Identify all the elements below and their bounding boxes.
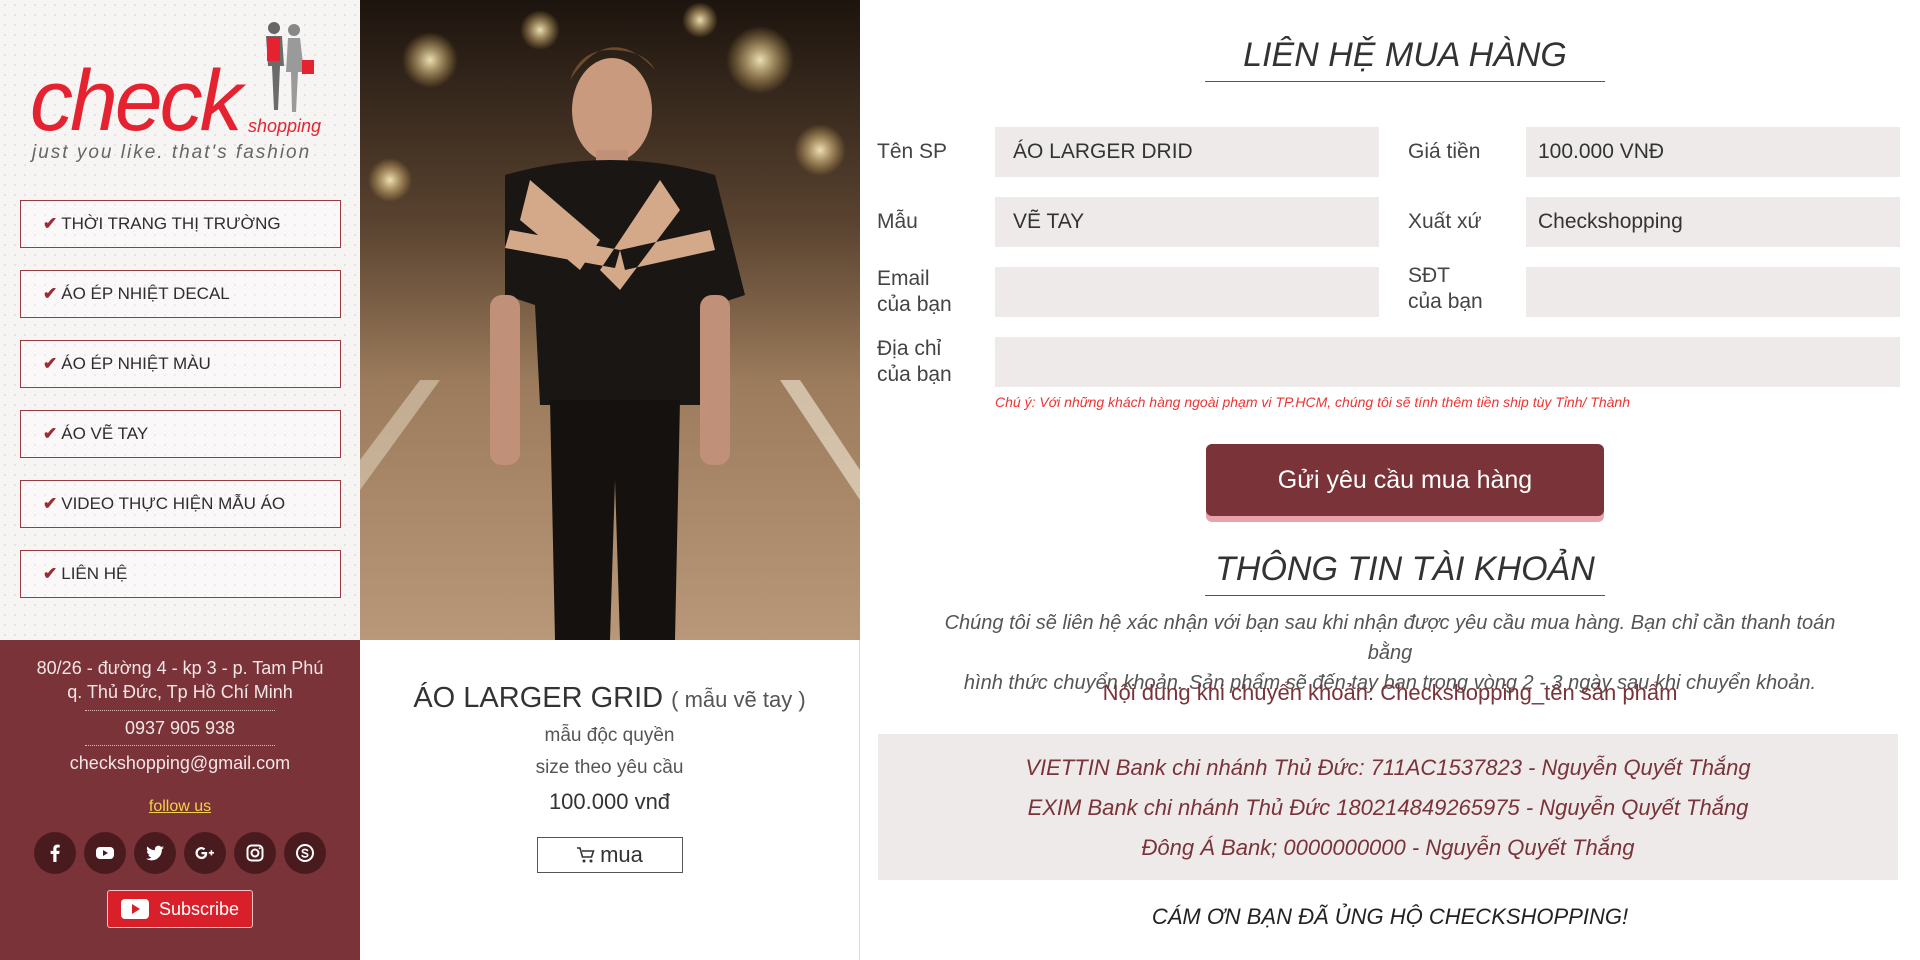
phone-field-label: SĐT của bạn [1408,263,1483,315]
order-title: LIÊN HỆ MUA HÀNG [1205,36,1605,82]
email-field[interactable] [995,267,1379,317]
product-price: 100.000 vnđ [548,789,671,814]
check-icon: ✔ [43,284,58,303]
bank-list: VIETTIN Bank chi nhánh Thủ Đức: 711AC153… [878,734,1898,880]
social-links [0,832,360,874]
check-icon: ✔ [43,564,58,583]
bank-account-exim: EXIM Bank chi nhánh Thủ Đức 180214849265… [1027,795,1749,820]
price-field[interactable]: 100.000 VNĐ [1526,127,1900,177]
menu-item-label: VIDEO THỰC HIỆN MẪU ÁO [61,494,286,513]
phone-field[interactable] [1526,267,1900,317]
menu-item-video[interactable]: ✔ VIDEO THỰC HIỆN MẪU ÁO [20,480,341,528]
email-label-line-1: Email [877,267,930,290]
buy-label: mua [600,842,643,867]
address-label-line-2: của bạn [877,363,952,386]
design-field-label: Mẫu [877,210,918,233]
menu-item-ao-ve-tay[interactable]: ✔ ÁO VẼ TAY [20,410,341,458]
product-style: ( mẫu vẽ tay ) [671,687,806,712]
divider [85,745,275,746]
address-line-2: q. Thủ Đức, Tp Hồ Chí Minh [67,682,293,702]
check-icon: ✔ [43,354,58,373]
youtube-play-icon [120,899,149,919]
product-name-line: ÁO LARGER GRID ( mẫu vẽ tay ) [360,682,859,715]
couple-figure-icon [266,22,314,112]
google-plus-icon[interactable] [184,832,226,874]
twitter-icon[interactable] [134,832,176,874]
buy-button[interactable]: mua [536,837,683,873]
thank-you-message: CÁM ƠN BẠN ĐÃ ỦNG HỘ CHECKSHOPPING! [1151,904,1629,929]
email-address[interactable]: checkshopping@gmail.com [0,752,360,774]
check-icon: ✔ [43,494,58,513]
product-info: ÁO LARGER GRID ( mẫu vẽ tay ) mẫu độc qu… [360,640,860,960]
product-field-label: Tên SP [877,140,948,163]
menu-item-label: LIÊN HỆ [61,564,128,583]
skype-icon[interactable] [284,832,326,874]
product-name: ÁO LARGER GRID [413,682,664,714]
cart-icon [577,847,595,863]
design-field[interactable]: VẼ TAY [995,197,1379,247]
email-label-line-2: của bạn [877,293,952,316]
address: 80/26 - đường 4 - kp 3 - p. Tam Phú q. T… [0,656,360,704]
phone-label-line-2: của bạn [1408,290,1483,313]
logo[interactable]: check shopping just you like. that's fas… [30,20,340,170]
menu-item-label: THỜI TRANG THỊ TRƯỜNG [61,214,281,233]
intro-line-1: Chúng tôi sẽ liên hệ xác nhận với bạn sa… [944,612,1836,664]
menu-item-label: ÁO ÉP NHIỆT DECAL [61,284,230,303]
address-line-1: 80/26 - đường 4 - kp 3 - p. Tam Phú [36,658,324,678]
origin-field[interactable]: Checkshopping [1526,197,1900,247]
transfer-content: Nội dung khi chuyển khoản: Checkshopping… [1102,680,1678,705]
account-title: THÔNG TIN TÀI KHOẢN [1205,550,1605,596]
product-exclusive: mẫu độc quyền [544,725,675,746]
product-field[interactable]: ÁO LARGER DRID [995,127,1379,177]
menu-item-ao-ep-nhiet-decal[interactable]: ✔ ÁO ÉP NHIỆT DECAL [20,270,341,318]
logo-word: check [30,53,243,149]
menu-item-label: ÁO ÉP NHIỆT MÀU [61,354,211,373]
product-photo [360,0,860,640]
menu-item-ao-ep-nhiet-mau[interactable]: ✔ ÁO ÉP NHIỆT MÀU [20,340,341,388]
instagram-icon[interactable] [234,832,276,874]
address-label-line-1: Địa chỉ [877,337,942,360]
menu-item-lien-he[interactable]: ✔ LIÊN HỆ [20,550,341,598]
bank-account-viettin: VIETTIN Bank chi nhánh Thủ Đức: 711AC153… [1025,755,1751,780]
email-field-label: Email của bạn [877,266,952,318]
facebook-icon[interactable] [34,832,76,874]
divider [85,710,275,711]
sidebar-menu: ✔ THỜI TRANG THỊ TRƯỜNG ✔ ÁO ÉP NHIỆT DE… [20,200,341,620]
menu-item-thoi-trang[interactable]: ✔ THỜI TRANG THỊ TRƯỜNG [20,200,341,248]
product-size: size theo yêu cầu [535,757,684,778]
address-field-label: Địa chỉ của bạn [877,336,952,388]
bank-account-dong-a: Đông Á Bank; 0000000000 - Nguyễn Quyết T… [1141,835,1635,860]
subscribe-button[interactable]: Subscribe [107,890,253,928]
sidebar: check shopping just you like. that's fas… [0,0,360,960]
phone-number: 0937 905 938 [124,718,236,738]
order-section: LIÊN HỆ MUA HÀNG Tên SP ÁO LARGER DRID G… [860,0,1920,960]
submit-order-button[interactable]: Gửi yêu cầu mua hàng [1206,444,1604,516]
address-field[interactable] [995,337,1900,387]
subscribe-label: Subscribe [158,898,240,919]
follow-us-link[interactable]: follow us [0,798,360,816]
check-icon: ✔ [43,424,58,443]
page: check shopping just you like. that's fas… [0,0,1920,960]
check-icon: ✔ [43,214,58,233]
price-field-label: Giá tiền [1408,140,1481,163]
shipping-note: Chú ý: Với những khách hàng ngoài phạm v… [995,394,1630,410]
menu-item-label: ÁO VẼ TAY [61,424,149,443]
origin-field-label: Xuất xứ [1408,210,1482,233]
phone-label-line-1: SĐT [1408,264,1450,287]
contact-footer: 80/26 - đường 4 - kp 3 - p. Tam Phú q. T… [0,640,360,960]
logo-tagline: just you like. that's fashion [32,142,312,163]
youtube-icon[interactable] [84,832,126,874]
